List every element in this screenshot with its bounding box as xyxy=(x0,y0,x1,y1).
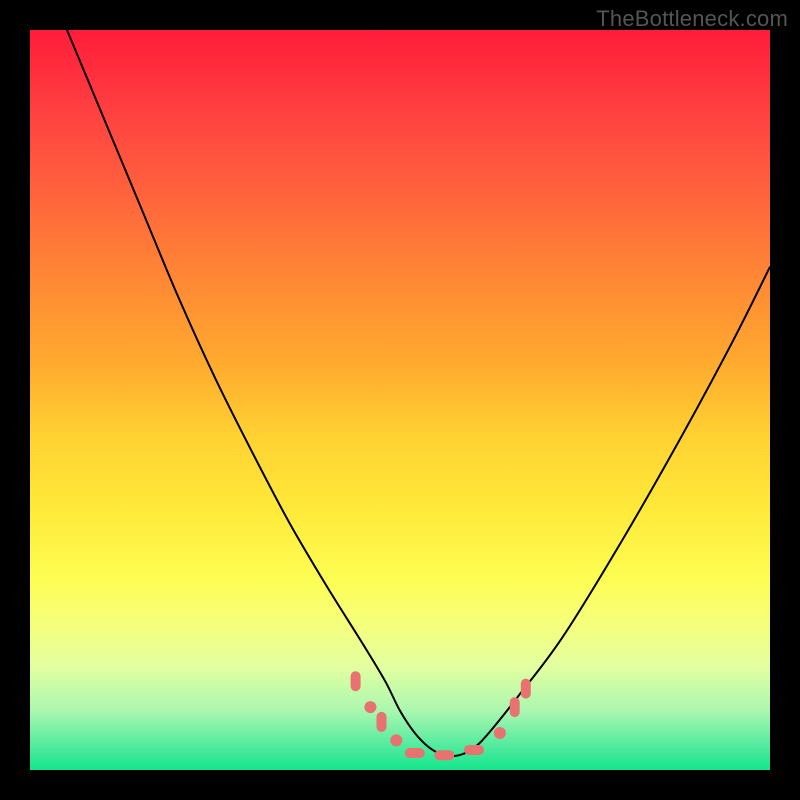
highlight-marker xyxy=(405,748,425,758)
highlight-marker xyxy=(510,697,520,717)
highlight-marker xyxy=(494,727,506,739)
watermark-text: TheBottleneck.com xyxy=(596,6,788,32)
chart-frame: TheBottleneck.com xyxy=(0,0,800,800)
highlight-marker xyxy=(464,745,484,755)
highlight-marker xyxy=(351,671,361,691)
highlight-marker xyxy=(521,679,531,699)
highlight-marker xyxy=(434,750,454,760)
highlight-marker xyxy=(390,734,402,746)
highlight-marker xyxy=(377,712,387,732)
gradient-background xyxy=(30,30,770,770)
plot-area xyxy=(30,30,770,770)
highlight-marker xyxy=(364,701,376,713)
bottleneck-chart xyxy=(30,30,770,770)
